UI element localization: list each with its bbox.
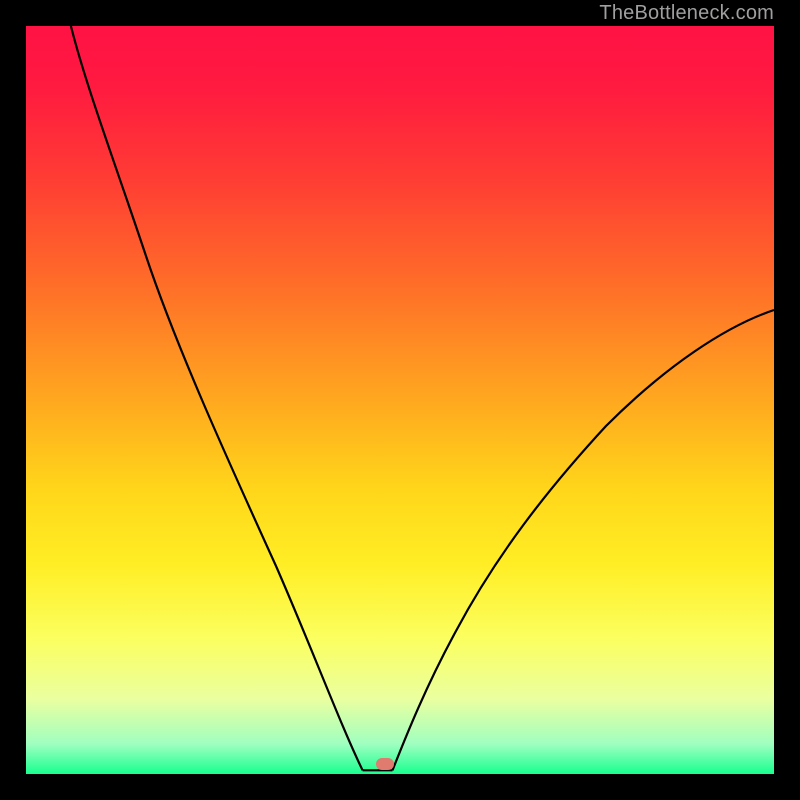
chart-frame: TheBottleneck.com	[0, 0, 800, 800]
plot-area	[26, 26, 774, 774]
optimum-marker	[376, 758, 394, 770]
watermark-label: TheBottleneck.com	[599, 2, 774, 25]
bottleneck-curve	[26, 26, 774, 774]
